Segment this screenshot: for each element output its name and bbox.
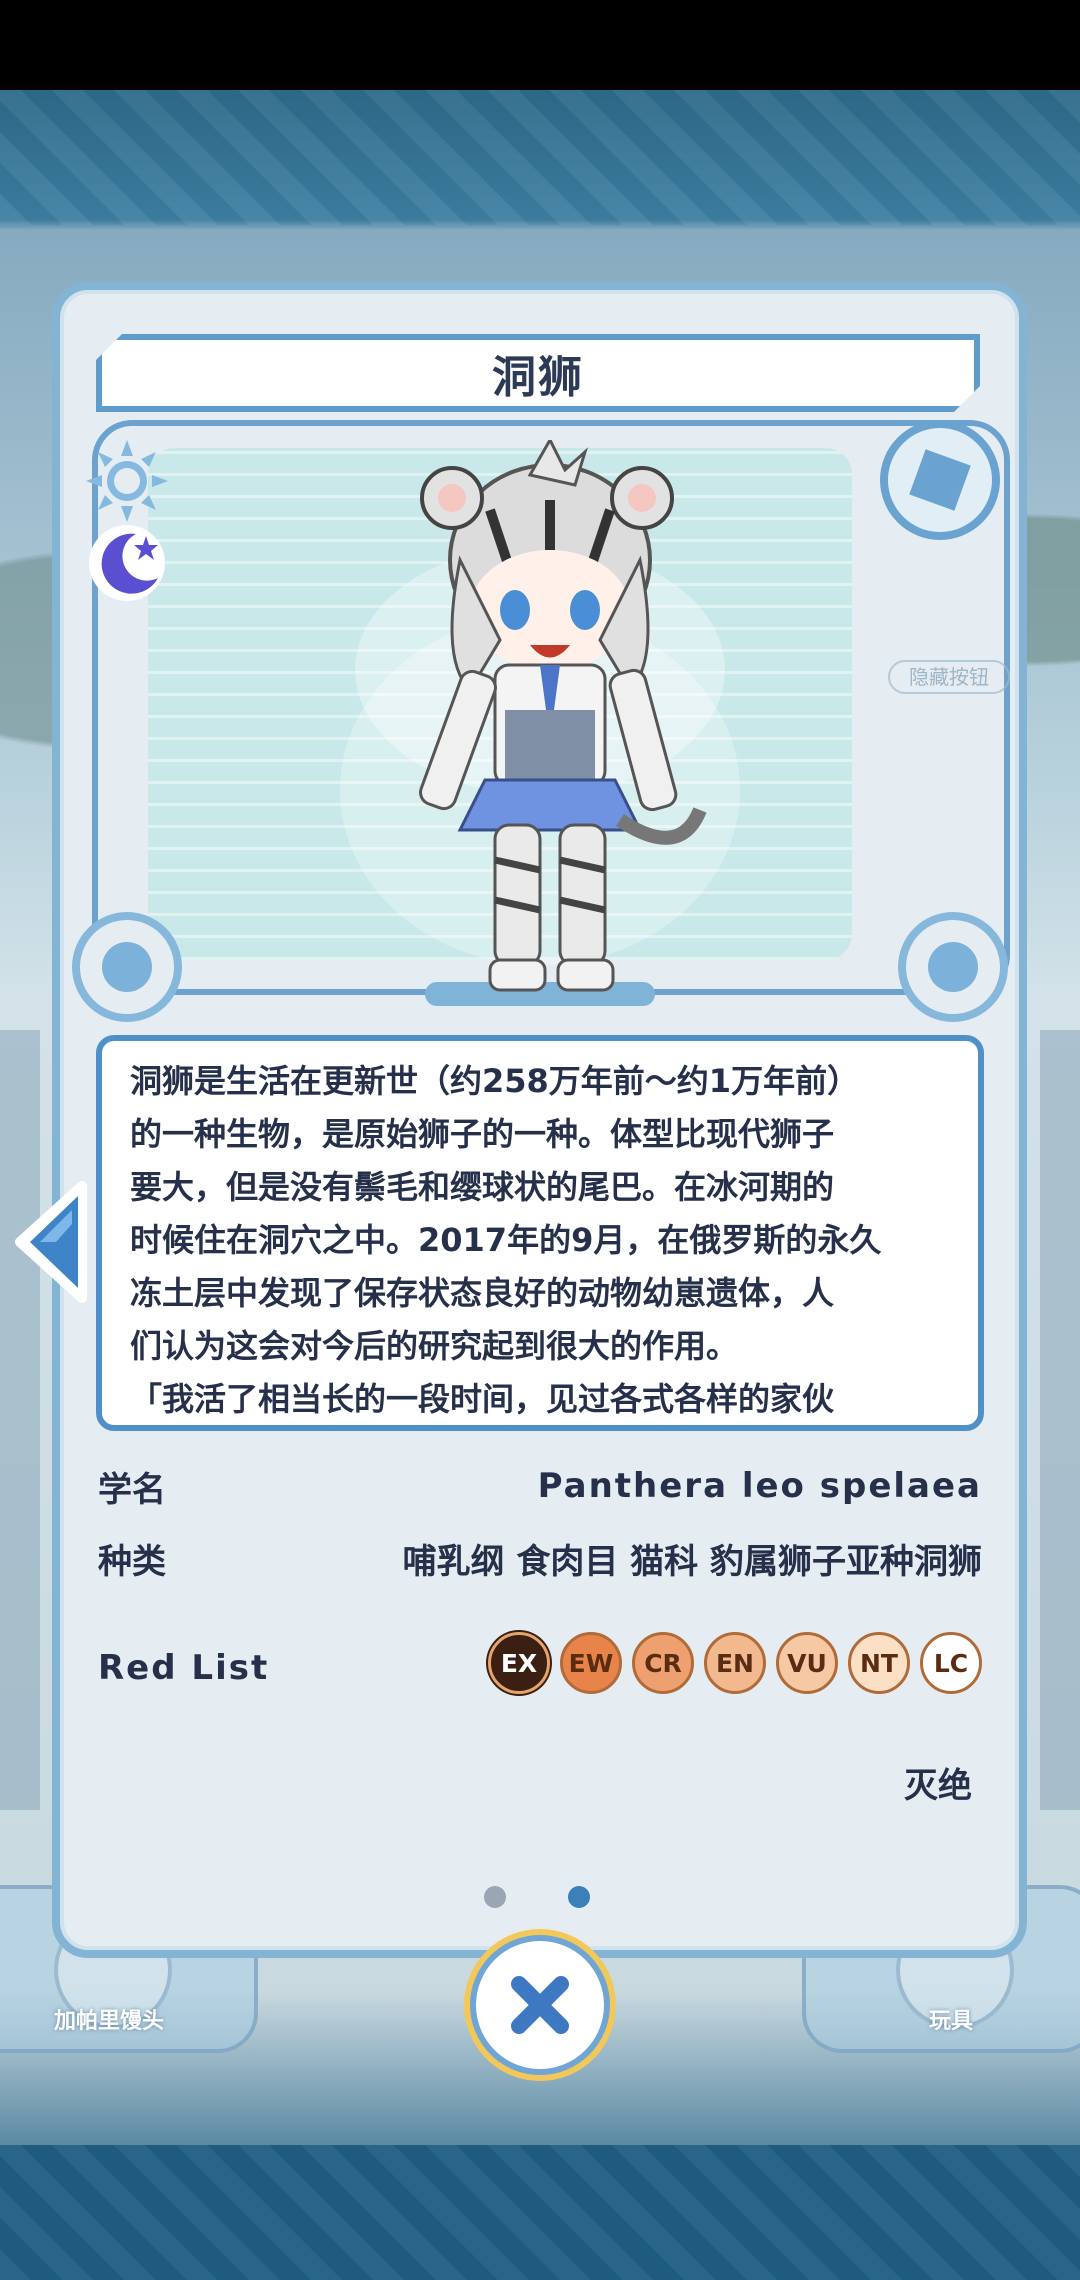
- toggle-3d-button[interactable]: [880, 420, 1000, 540]
- friend-name: 洞狮: [492, 352, 584, 403]
- corner-paw-ornament-left: [72, 912, 182, 1022]
- paw-icon: [102, 942, 152, 992]
- title-banner: 洞狮: [96, 334, 980, 412]
- hide-buttons-label[interactable]: 隐藏按钮: [888, 660, 1010, 694]
- description-line: 洞狮是生活在更新世（约258万年前～约1万年前）: [130, 1062, 860, 1100]
- status-bar: [0, 0, 1080, 90]
- red-list-badge-ex: EX: [488, 1632, 550, 1694]
- previous-page-arrow[interactable]: [12, 1180, 94, 1304]
- scientific-name-label: 学名: [98, 1470, 166, 1510]
- description-line: 冻土层中发现了保存状态良好的动物幼崽遗体，人: [130, 1274, 835, 1312]
- red-list-label: Red List: [98, 1648, 270, 1688]
- description-line: 「我活了相当长的一段时间，见过各式各样的家伙: [130, 1380, 835, 1418]
- description-line: 时候住在洞穴之中。2017年的9月，在俄罗斯的永久: [130, 1221, 882, 1259]
- background-castle-decoration: [1040, 1030, 1080, 1810]
- red-list-badge-lc: LC: [920, 1632, 982, 1694]
- classification-label: 种类: [98, 1542, 166, 1582]
- red-list-status: 灭绝: [904, 1766, 972, 1806]
- corner-paw-ornament-right: [898, 912, 1008, 1022]
- page-dot[interactable]: [484, 1886, 506, 1908]
- background-pattern: [0, 90, 1080, 225]
- description-box[interactable]: 洞狮是生活在更新世（约258万年前～约1万年前） 的一种生物，是原始狮子的一种。…: [96, 1035, 984, 1431]
- classification-value: 哺乳纲 食肉目 猫科 豹属狮子亚种洞狮: [402, 1542, 982, 1582]
- red-list-badge-cr: CR: [632, 1632, 694, 1694]
- red-list-badge-nt: NT: [848, 1632, 910, 1694]
- paw-icon: [928, 942, 978, 992]
- sun-icon[interactable]: [84, 438, 170, 524]
- red-list-badge-vu: VU: [776, 1632, 838, 1694]
- background-sled-decoration: [0, 1030, 40, 1810]
- cave-lion-character-sprite[interactable]: [380, 440, 720, 1000]
- moon-icon[interactable]: [84, 520, 170, 606]
- page-dot[interactable]: [568, 1886, 590, 1908]
- description-text: 洞狮是生活在更新世（约258万年前～约1万年前） 的一种生物，是原始狮子的一种。…: [130, 1055, 970, 1425]
- description-line: 要大，但是没有鬃毛和缨球状的尾巴。在冰河期的: [130, 1168, 835, 1206]
- red-list-categories: EX EW CR EN VU NT LC: [488, 1632, 982, 1694]
- description-line: 的一种生物，是原始狮子的一种。体型比现代狮子: [130, 1115, 835, 1153]
- red-list-badge-ew: EW: [560, 1632, 622, 1694]
- page-indicator: [484, 1886, 590, 1908]
- cube-icon: [909, 449, 971, 511]
- red-list-badge-en: EN: [704, 1632, 766, 1694]
- close-button[interactable]: [470, 1935, 610, 2075]
- close-icon: [511, 1976, 569, 2034]
- bottom-band: [0, 2145, 1080, 2280]
- scientific-name-value: Panthera leo spelaea: [537, 1466, 982, 1506]
- bottom-tab-right-label: 玩具: [928, 2009, 973, 2034]
- bottom-tab-left-label: 加帕里馒头: [53, 2009, 164, 2034]
- description-line: 们认为这会对今后的研究起到很大的作用。: [130, 1327, 739, 1365]
